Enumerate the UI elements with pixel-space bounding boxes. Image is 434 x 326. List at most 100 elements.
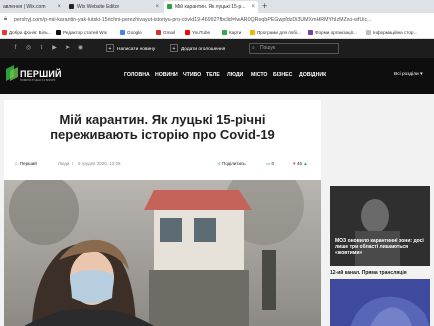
likes-value: 45 <box>296 161 302 166</box>
bookmark-label: Форми організації... <box>315 30 357 35</box>
article-image <box>4 180 321 326</box>
bookmark-label: YouTube <box>192 30 211 35</box>
live-stream-image <box>330 279 430 326</box>
bookmark-item[interactable]: Gmail <box>156 28 175 38</box>
bookmark-item[interactable]: Програми для побі... <box>250 28 301 38</box>
nav-item-people[interactable]: ЛЮДИ <box>227 72 243 78</box>
bookmark-item[interactable]: Карти <box>222 28 241 38</box>
write-news-label: Написати новину <box>117 47 156 52</box>
bookmark-item[interactable]: Google <box>120 28 142 38</box>
bookmark-item[interactable]: Добра фонія: Біль... <box>2 28 52 38</box>
close-icon[interactable]: × <box>251 1 255 13</box>
search-icon: ⌕ <box>252 45 255 51</box>
heart-icon: ♥ <box>293 161 296 166</box>
facebook-icon[interactable]: f <box>12 45 19 52</box>
nav-item-directory[interactable]: ДОВІДНИК <box>299 72 326 78</box>
tab-label: авлення | Wix.com <box>3 4 46 10</box>
all-sections-label: Всі розділи <box>394 72 419 77</box>
bookmark-icon <box>366 30 371 35</box>
bookmark-item[interactable]: Інформаційна стор... <box>366 28 417 38</box>
publish-date: 5 грудня 2020, 12:09 <box>78 161 121 166</box>
bookmark-item[interactable]: Форми організації... <box>308 28 357 38</box>
meta-separator: / <box>72 161 74 166</box>
comment-icon: ▭ <box>266 161 271 166</box>
share-button[interactable]: ⋖ Поділитись <box>217 161 246 167</box>
wix-favicon-icon <box>69 4 74 9</box>
youtube-icon[interactable]: ▶ <box>51 45 58 52</box>
close-icon[interactable]: × <box>57 1 61 13</box>
bookmark-icon <box>56 30 61 35</box>
bookmark-icon <box>308 30 313 35</box>
article-title: Мій карантин. Як луцькі 15-річні пережив… <box>50 112 275 142</box>
nav-item-news[interactable]: НОВИНИ <box>155 72 178 78</box>
thumbs-up-icon: ▲ <box>303 161 308 166</box>
category-link[interactable]: Люди <box>58 161 69 166</box>
url-field[interactable]: pershyj.com/p-mii-karantin-yak-lutski-15… <box>14 15 434 26</box>
search-placeholder: Пошук <box>260 45 276 51</box>
user-icon: ☺︎ <box>14 161 19 166</box>
author-link[interactable]: ☺︎ Перший <box>14 161 37 166</box>
nav-item-tv[interactable]: ТЕЛЕ <box>206 72 220 78</box>
bookmark-item[interactable]: YouTube <box>185 28 210 38</box>
nav-item-business[interactable]: БІЗНЕС <box>273 72 292 78</box>
author-name: Перший <box>19 161 37 166</box>
twitter-icon[interactable]: t <box>38 45 45 52</box>
logo-tagline: НОВИНИ ЛУЦЬКА ТА ВОЛИНІ <box>20 79 56 82</box>
nav-item-city[interactable]: МІСТО <box>251 72 267 78</box>
write-news-button[interactable]: + Написати новину <box>106 44 155 53</box>
share-label: Поділитись <box>222 161 246 166</box>
bookmark-label: Інформаційна стор... <box>373 30 418 35</box>
article-meta: ☺︎ Перший Люди / 5 грудня 2020, 12:09 ⋖ … <box>4 158 321 170</box>
bookmark-label: Добра фонія: Біль... <box>9 30 52 35</box>
comments-count[interactable]: ▭ 0 <box>266 161 274 167</box>
site-top-bar: f ◎ t ▶ ➤ ◉ + Написати новину + Додати ого… <box>0 39 434 58</box>
google-icon <box>120 30 125 35</box>
bookmark-icon <box>250 30 255 35</box>
lock-icon[interactable]: 🔒︎ <box>4 16 7 23</box>
search-input[interactable]: ⌕ Пошук <box>249 43 339 54</box>
add-announcement-label: Додати оголошення <box>181 47 226 52</box>
close-icon[interactable]: × <box>155 1 159 13</box>
telegram-icon[interactable]: ➤ <box>64 45 71 52</box>
article-photo <box>4 180 321 326</box>
share-icon: ⋖ <box>217 161 221 166</box>
maps-icon <box>222 30 227 35</box>
sidebar-news-headline: МОЗ оновило карантинні зони: досі лише т… <box>335 238 424 256</box>
bookmark-item[interactable]: Редактор статей Wix <box>56 28 107 38</box>
rss-icon[interactable]: ◉ <box>77 45 84 52</box>
bookmark-label: Програми для побі... <box>257 30 301 35</box>
browser-tab-1[interactable]: авлення | Wix.com × <box>0 1 64 13</box>
instagram-icon[interactable]: ◎ <box>25 45 32 52</box>
nav-item-reading[interactable]: ЧТИВО <box>183 72 201 78</box>
bookmark-label: Карти <box>229 30 242 35</box>
bookmark-label: Редактор статей Wix <box>63 30 107 35</box>
logo-name: ПЕРШИЙ <box>20 69 62 79</box>
new-tab-icon[interactable]: + <box>262 1 267 12</box>
browser-tab-2[interactable]: Wix Website Editor × <box>66 1 162 13</box>
gmail-icon <box>156 30 161 35</box>
add-announcement-button[interactable]: + Додати оголошення <box>170 44 225 53</box>
youtube-icon <box>185 30 190 35</box>
address-bar: 🔒︎ pershyj.com/p-mii-karantin-yak-lutski… <box>0 13 434 28</box>
browser-tab-strip: авлення | Wix.com × Wix Website Editor ×… <box>0 0 434 13</box>
tab-label: Wix Website Editor <box>77 4 120 10</box>
comments-value: 0 <box>271 161 275 166</box>
bookmarks-bar: Добра фонія: Біль... Редактор статей Wix… <box>0 28 434 39</box>
live-stream-player[interactable] <box>330 279 430 326</box>
all-sections-menu[interactable]: Всі розділи ▾ <box>394 72 422 77</box>
likes-count[interactable]: ♥ 45 ▲ <box>293 161 308 166</box>
tab-label: Мій карантин. Як луцькі 15-р... <box>175 4 246 10</box>
article-card: Мій карантин. Як луцькі 15-річні пережив… <box>4 100 321 326</box>
plus-icon: + <box>170 44 178 52</box>
bookmark-label: Google <box>127 30 142 35</box>
bookmark-icon <box>2 30 7 35</box>
site-logo[interactable]: ПЕРШИЙ НОВИНИ ЛУЦЬКА ТА ВОЛИНІ <box>6 63 61 87</box>
chevron-down-icon: ▾ <box>420 72 423 77</box>
bookmark-label: Gmail <box>163 30 175 35</box>
site-favicon-icon <box>167 4 172 9</box>
nav-item-home[interactable]: ГОЛОВНА <box>124 72 150 78</box>
sidebar-news-card[interactable]: МОЗ оновило карантинні зони: досі лише т… <box>330 186 430 266</box>
site-nav-bar: ПЕРШИЙ НОВИНИ ЛУЦЬКА ТА ВОЛИНІ ГОЛОВНА Н… <box>0 58 434 94</box>
browser-tab-3[interactable]: Мій карантин. Як луцькі 15-р... × <box>164 1 258 13</box>
live-stream-title: 12-ий канал. Пряма трансляція <box>330 270 407 276</box>
